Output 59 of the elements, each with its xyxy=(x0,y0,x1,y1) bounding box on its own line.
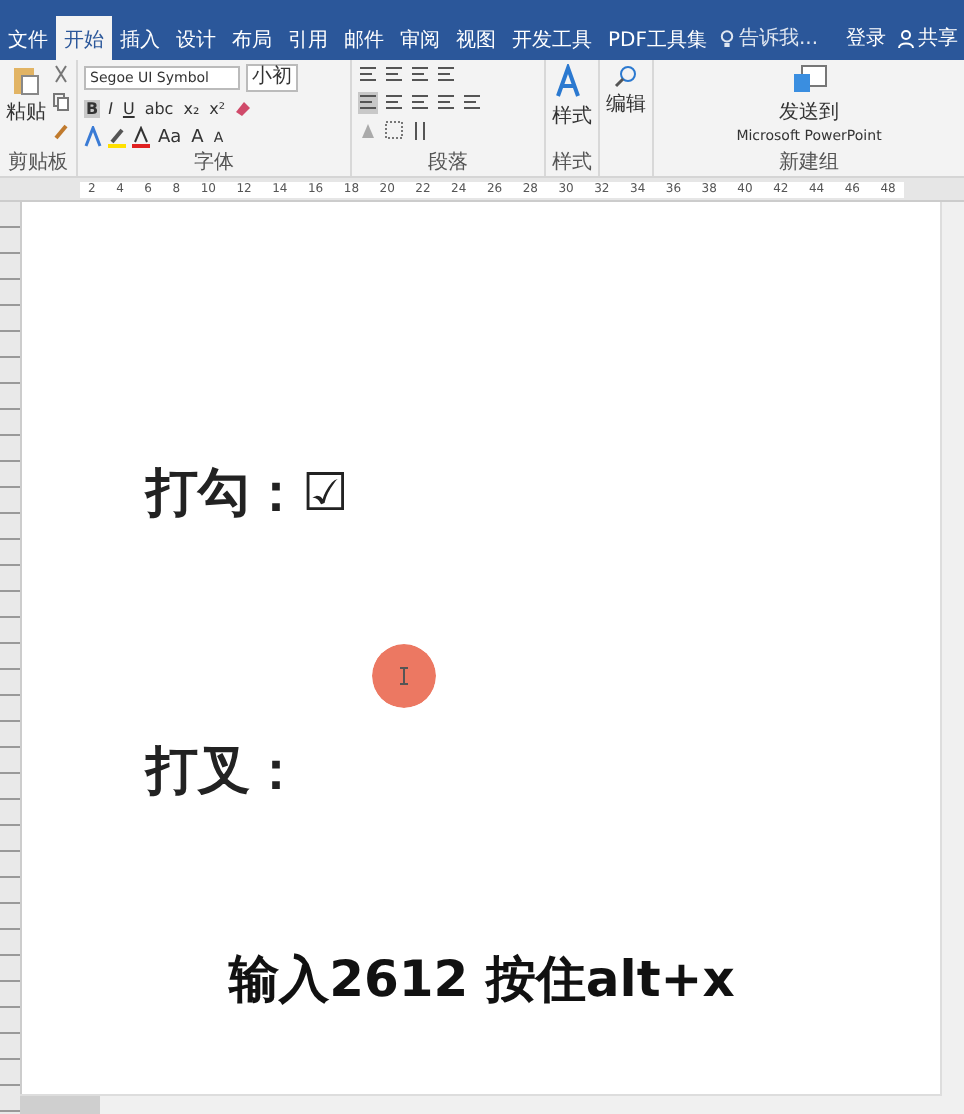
ribbon-tab[interactable]: 插入 xyxy=(112,16,168,60)
font-color-icon[interactable] xyxy=(132,126,150,148)
indent-icon[interactable] xyxy=(436,64,456,86)
group-label: 样式 xyxy=(552,152,592,176)
font-size-dropdown[interactable]: 小初 xyxy=(246,64,298,92)
format-button[interactable]: I xyxy=(106,100,115,118)
share-button[interactable]: 共享 xyxy=(892,16,964,60)
document-line: 打勾：☑ xyxy=(146,462,351,528)
group-label: 剪贴板 xyxy=(6,152,70,176)
bullets-icon[interactable] xyxy=(358,64,378,86)
font-size-button[interactable]: A xyxy=(189,127,206,147)
editing-button[interactable]: 编辑 xyxy=(606,64,646,176)
numbering-icon[interactable] xyxy=(384,64,404,86)
ribbon-tab[interactable]: 开发工具 xyxy=(504,16,600,60)
lightbulb-icon xyxy=(720,29,735,47)
change-case-button[interactable]: Aa xyxy=(156,127,184,147)
copy-icon[interactable] xyxy=(52,92,70,114)
eraser-icon[interactable] xyxy=(233,98,252,120)
format-button[interactable]: abc xyxy=(142,100,176,118)
format-painter-icon[interactable] xyxy=(52,120,70,142)
borders-icon[interactable] xyxy=(384,120,404,142)
vertical-scrollbar[interactable] xyxy=(940,202,964,1114)
format-button[interactable]: B xyxy=(84,100,101,118)
group-label: 新建组 xyxy=(777,152,841,176)
document-line: 打叉： xyxy=(146,740,304,806)
ribbon-tab[interactable]: 布局 xyxy=(224,16,280,60)
format-button[interactable]: U xyxy=(120,100,137,118)
text-effects-icon[interactable] xyxy=(84,126,102,148)
format-button[interactable]: x₂ xyxy=(181,100,202,118)
search-icon xyxy=(614,64,638,88)
cursor-highlight-icon xyxy=(372,644,436,708)
group-label: 字体 xyxy=(192,152,236,176)
ribbon-tab[interactable]: 开始 xyxy=(56,16,112,60)
align-left-icon[interactable] xyxy=(358,92,378,114)
ribbon-tab[interactable]: 文件 xyxy=(0,16,56,60)
ribbon-tab[interactable]: PDF工具集 xyxy=(600,16,715,60)
line-spacing-icon[interactable] xyxy=(462,92,482,114)
person-icon xyxy=(898,29,914,47)
paste-button[interactable]: 粘贴 xyxy=(6,64,46,152)
multilevel-list-icon[interactable] xyxy=(410,64,430,86)
button-label: 发送到 xyxy=(779,100,839,126)
sort-icon[interactable] xyxy=(410,120,430,142)
ribbon-tab[interactable]: 审阅 xyxy=(392,16,448,60)
video-caption: 输入2612 按住alt+x xyxy=(229,950,735,1008)
scissors-icon[interactable] xyxy=(52,64,70,86)
ribbon-tab[interactable]: 引用 xyxy=(280,16,336,60)
horizontal-scrollbar[interactable] xyxy=(20,1094,942,1114)
tell-me-field[interactable]: 告诉我... xyxy=(714,16,825,60)
align-right-icon[interactable] xyxy=(410,92,430,114)
format-button[interactable]: x² xyxy=(207,100,228,118)
styles-button[interactable]: 样式 xyxy=(552,64,592,152)
ribbon-tab[interactable]: 邮件 xyxy=(336,16,392,60)
align-center-icon[interactable] xyxy=(384,92,404,114)
highlighter-icon[interactable] xyxy=(108,126,126,148)
justify-icon[interactable] xyxy=(436,92,456,114)
sign-in-link[interactable]: 登录 xyxy=(840,16,892,60)
ribbon-tab[interactable]: 设计 xyxy=(168,16,224,60)
group-label: 段落 xyxy=(426,152,470,176)
ribbon-tab[interactable]: 视图 xyxy=(448,16,504,60)
